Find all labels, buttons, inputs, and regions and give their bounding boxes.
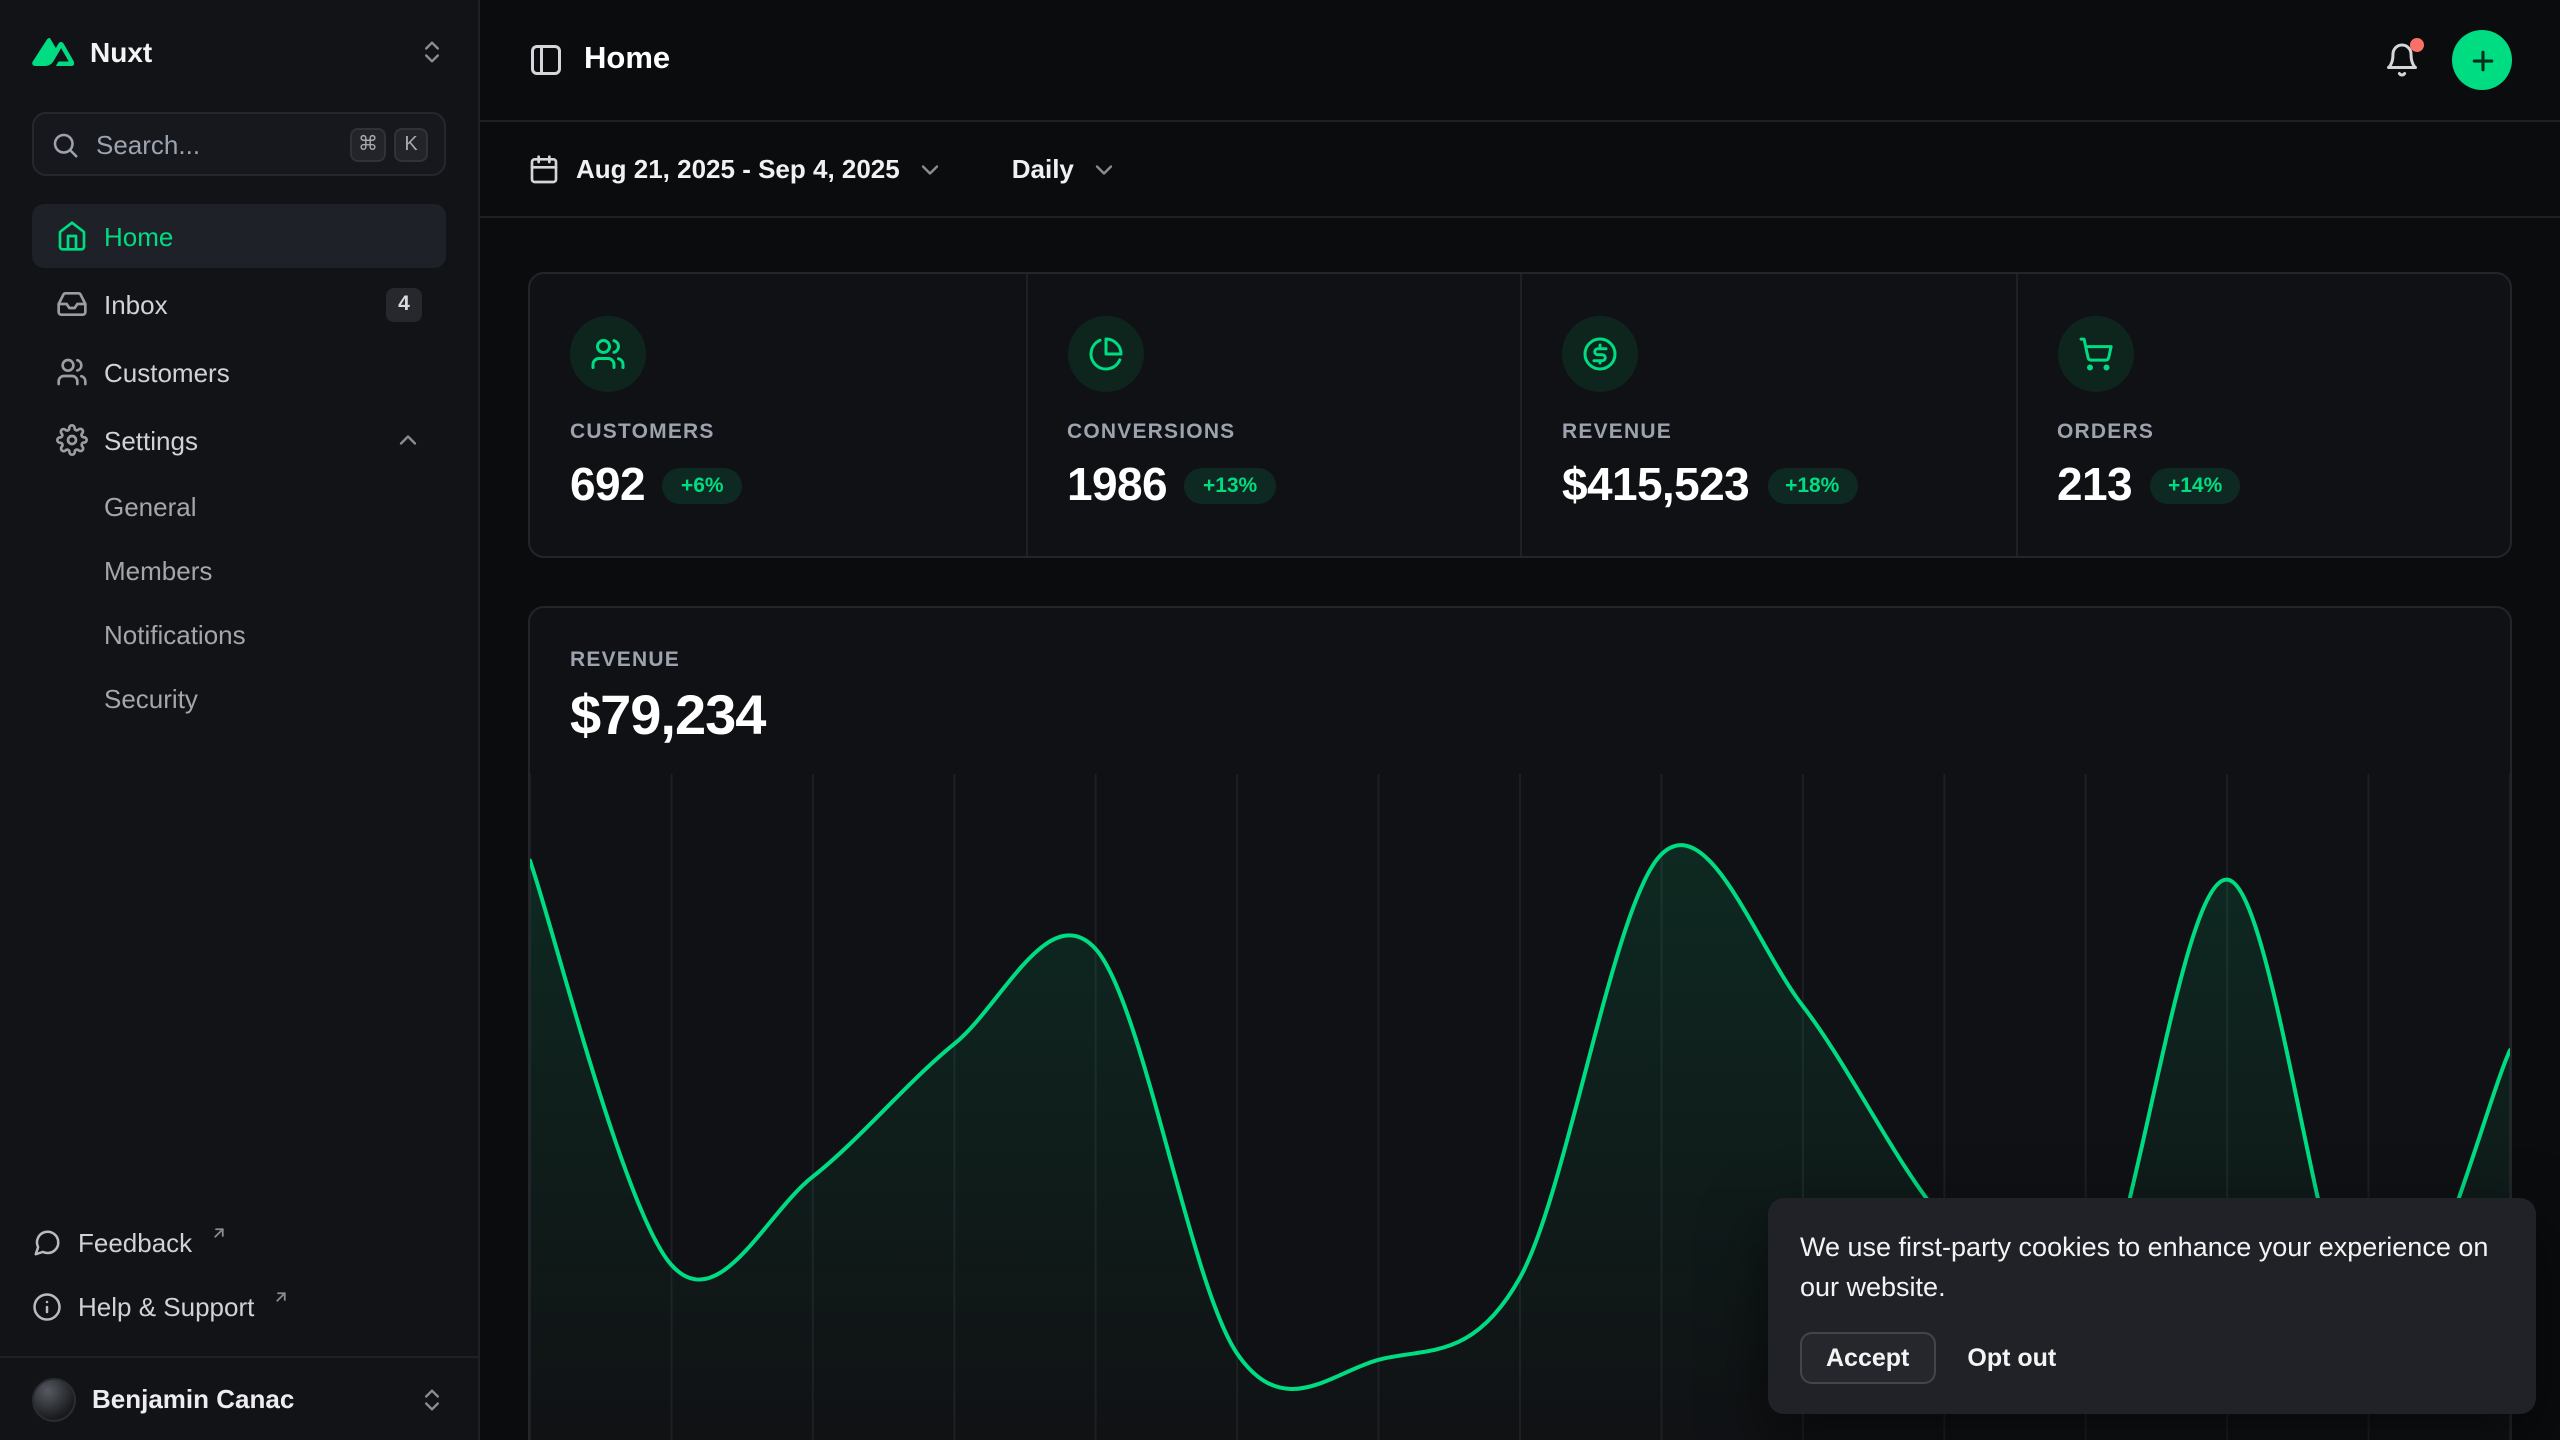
sidebar-spacer (0, 728, 478, 1212)
sidebar-subitem-members[interactable]: Members (32, 540, 446, 600)
inbox-count-badge: 4 (386, 287, 422, 321)
stat-delta-badge: +14% (2150, 467, 2240, 503)
help-support-link[interactable]: Help & Support (32, 1276, 446, 1336)
user-avatar (32, 1377, 76, 1421)
feedback-label: Feedback (78, 1227, 192, 1257)
sidebar: Nuxt Search... ⌘ K Home Inbox 4 Cu (0, 0, 480, 1440)
stat-card-orders[interactable]: ORDERS 213 +14% (2015, 274, 2510, 556)
search-placeholder: Search... (96, 129, 200, 159)
search-input[interactable]: Search... ⌘ K (32, 112, 446, 176)
sidebar-item-settings[interactable]: Settings (32, 408, 446, 472)
help-icon (32, 1291, 62, 1321)
kbd-cmd: ⌘ (350, 127, 386, 161)
stat-label: CUSTOMERS (570, 420, 985, 444)
sidebar-item-label: Settings (104, 425, 198, 455)
workspace-name: Nuxt (90, 36, 152, 68)
stat-label: REVENUE (1562, 420, 1975, 444)
revenue-value: $79,234 (570, 684, 2470, 748)
stat-value: 213 (2057, 458, 2132, 512)
sidebar-subitem-security[interactable]: Security (32, 668, 446, 728)
sidebar-item-home[interactable]: Home (32, 204, 446, 268)
chevron-down-icon (916, 155, 944, 183)
user-menu[interactable]: Benjamin Canac (0, 1356, 478, 1440)
user-name: Benjamin Canac (92, 1384, 294, 1414)
cookie-banner: We use first-party cookies to enhance yo… (1768, 1198, 2536, 1414)
date-range-picker[interactable]: Aug 21, 2025 - Sep 4, 2025 (528, 153, 944, 185)
cookie-optout-button[interactable]: Opt out (1967, 1344, 2056, 1372)
app-window: Nuxt Search... ⌘ K Home Inbox 4 Cu (0, 0, 2560, 1440)
stat-value: $415,523 (1562, 458, 1749, 512)
workspace-switcher[interactable]: Nuxt (0, 0, 478, 104)
sidebar-footer: Feedback Help & Support (0, 1212, 478, 1344)
date-range-label: Aug 21, 2025 - Sep 4, 2025 (576, 154, 900, 184)
stats-cards: CUSTOMERS 692 +6% CONVERSIONS 1986 +13% (528, 272, 2512, 558)
granularity-select[interactable]: Daily (1012, 154, 1118, 184)
sidebar-subitem-general[interactable]: General (32, 476, 446, 536)
sidebar-item-customers[interactable]: Customers (32, 340, 446, 404)
create-new-button[interactable] (2452, 30, 2512, 90)
sidebar-item-inbox[interactable]: Inbox 4 (32, 272, 446, 336)
cookie-message: We use first-party cookies to enhance yo… (1800, 1228, 2504, 1308)
page-title: Home (584, 42, 670, 78)
external-link-icon (210, 1223, 228, 1241)
revenue-chart-header: REVENUE $79,234 (530, 608, 2510, 748)
chevron-up-icon (394, 426, 422, 454)
search-icon (50, 129, 80, 159)
sidebar-subitem-label: Security (104, 683, 198, 713)
stat-value: 1986 (1067, 458, 1167, 512)
chevron-down-icon (1090, 155, 1118, 183)
cookie-actions: Accept Opt out (1800, 1332, 2504, 1384)
stat-card-conversions[interactable]: CONVERSIONS 1986 +13% (1025, 274, 1520, 556)
help-support-label: Help & Support (78, 1291, 254, 1321)
sidebar-subitem-notifications[interactable]: Notifications (32, 604, 446, 664)
inbox-icon (56, 288, 88, 320)
sidebar-item-label: Customers (104, 357, 230, 387)
sidebar-subitem-label: Notifications (104, 619, 246, 649)
cookie-accept-button[interactable]: Accept (1800, 1332, 1935, 1384)
stat-card-revenue[interactable]: REVENUE $415,523 +18% (1520, 274, 2015, 556)
notifications-button[interactable] (2384, 42, 2420, 78)
filters-toolbar: Aug 21, 2025 - Sep 4, 2025 Daily (480, 122, 2560, 218)
stat-value: 692 (570, 458, 645, 512)
top-navbar: Home (480, 0, 2560, 122)
nuxt-logo-icon (32, 38, 74, 66)
feedback-icon (32, 1227, 62, 1257)
pie-chart-icon (1067, 316, 1143, 392)
navbar-actions (2384, 30, 2512, 90)
shopping-cart-icon (2057, 316, 2133, 392)
plus-icon (2467, 45, 2497, 75)
external-link-icon (272, 1287, 290, 1305)
sidebar-subitem-label: Members (104, 555, 212, 585)
sidebar-subitem-label: General (104, 491, 197, 521)
sidebar-nav: Home Inbox 4 Customers Settings General … (0, 204, 478, 728)
kbd-k: K (394, 127, 428, 161)
revenue-label: REVENUE (570, 648, 2470, 672)
calendar-icon (528, 153, 560, 185)
stat-delta-badge: +6% (663, 467, 742, 503)
stat-delta-badge: +13% (1185, 467, 1275, 503)
granularity-label: Daily (1012, 154, 1074, 184)
sidebar-item-label: Inbox (104, 289, 168, 319)
stat-label: CONVERSIONS (1067, 420, 1480, 444)
stat-card-customers[interactable]: CUSTOMERS 692 +6% (530, 274, 1025, 556)
notification-dot (2410, 38, 2424, 52)
settings-icon (56, 424, 88, 456)
search-shortcut: ⌘ K (350, 127, 428, 161)
panel-left-icon[interactable] (528, 42, 564, 78)
users-icon (56, 356, 88, 388)
stat-delta-badge: +18% (1767, 467, 1857, 503)
dollar-circle-icon (1562, 316, 1638, 392)
users-icon (570, 316, 646, 392)
stat-label: ORDERS (2057, 420, 2470, 444)
chevrons-up-down-icon (418, 38, 446, 66)
sidebar-item-label: Home (104, 221, 173, 251)
home-icon (56, 220, 88, 252)
feedback-link[interactable]: Feedback (32, 1212, 446, 1272)
chevrons-up-down-icon (418, 1385, 446, 1413)
